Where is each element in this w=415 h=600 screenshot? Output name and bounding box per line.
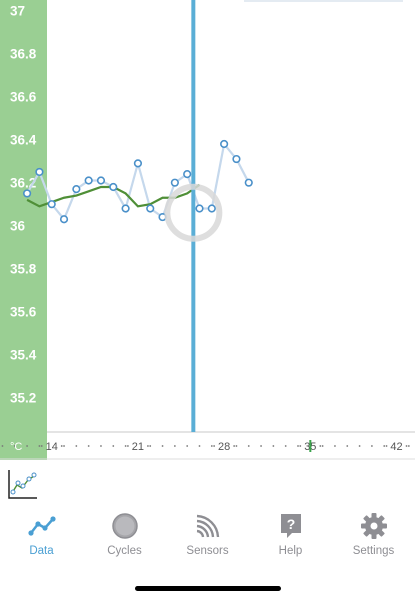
x-tick-dot <box>210 445 213 447</box>
tab-sensors-label: Sensors <box>186 545 229 557</box>
temperature-point <box>244 178 253 187</box>
x-tick-dot <box>186 445 189 447</box>
cycles-circle-icon <box>111 512 139 540</box>
temperature-point <box>35 167 44 177</box>
x-tick-dot <box>75 445 78 447</box>
x-tick-dot <box>358 445 361 447</box>
x-tick-dot <box>127 445 129 447</box>
tab-cycles[interactable]: Cycles <box>83 512 166 572</box>
data-line-icon <box>27 512 56 540</box>
y-tick-label: 36.4 <box>10 133 37 148</box>
y-tick-label: 37 <box>10 4 25 19</box>
help-question-icon: ? <box>277 512 305 540</box>
x-tick-dot <box>112 445 115 447</box>
x-tick-dot <box>149 445 152 447</box>
x-tick-dot <box>405 445 408 447</box>
x-tick-dot <box>235 445 238 447</box>
tab-cycles-label: Cycles <box>107 545 142 557</box>
temperature-point <box>133 159 143 168</box>
temperature-point <box>207 204 216 213</box>
x-tick-dot <box>40 445 43 447</box>
x-tick-dot <box>63 445 65 447</box>
tab-settings-label: Settings <box>352 545 395 557</box>
x-tick-dot <box>346 445 349 447</box>
x-tick-dot <box>299 445 302 447</box>
x-tick-dot <box>233 445 236 447</box>
temperature-point <box>195 204 204 213</box>
tab-bar: Data Cycles Sensors ? Help Settings <box>0 512 415 572</box>
x-tick-dot <box>38 445 41 447</box>
tab-help-label: Help <box>278 545 303 557</box>
sensors-signal-icon <box>194 512 222 540</box>
x-tick-dot <box>297 445 299 447</box>
x-tick-dot <box>198 445 201 447</box>
x-tick-dot <box>407 445 410 447</box>
x-tick-label: 14 <box>46 441 58 453</box>
temperature-point <box>232 154 241 164</box>
y-tick-label: 35.8 <box>10 262 37 277</box>
temperature-point <box>72 185 81 194</box>
y-tick-label: 35.4 <box>10 348 37 363</box>
x-tick-dot <box>319 445 322 447</box>
x-tick-dot <box>1 445 4 447</box>
temperature-point <box>170 178 179 187</box>
tab-sensors[interactable]: Sensors <box>166 512 249 572</box>
x-tick-dot <box>173 445 176 447</box>
x-tick-dot <box>383 445 386 447</box>
temperature-point <box>47 200 56 209</box>
x-tick-dot <box>385 445 388 447</box>
temperature-point <box>121 204 130 213</box>
x-tick-dot <box>260 445 262 447</box>
x-tick-dot <box>161 445 164 447</box>
x-tick-label: 42 <box>390 441 402 453</box>
tab-settings[interactable]: Settings <box>332 512 415 572</box>
y-tick-label: 36.6 <box>10 90 37 105</box>
x-tick-dot <box>124 445 127 447</box>
y-tick-label: 36.8 <box>10 47 37 62</box>
temperature-point <box>109 182 118 192</box>
temperature-point <box>183 169 192 179</box>
x-tick-dot <box>334 445 336 447</box>
settings-gear-icon <box>360 512 388 540</box>
x-tick-label: 21 <box>132 441 144 453</box>
tab-data[interactable]: Data <box>0 512 83 572</box>
temperature-point <box>146 204 155 213</box>
x-tick-dot <box>100 445 102 447</box>
y-tick-label: 35.2 <box>10 391 36 406</box>
temperature-point <box>220 139 229 149</box>
temperature-point <box>59 215 69 224</box>
temperature-point <box>22 189 32 198</box>
raw-temperature-line <box>26 141 238 222</box>
temperature-chart[interactable]: 3736.836.636.436.23635.835.635.435.2 14 2… <box>0 0 415 460</box>
chart-thumbnail-icon[interactable] <box>6 467 40 501</box>
x-tick-dot <box>247 445 250 447</box>
x-tick-dot <box>272 445 275 447</box>
tab-help[interactable]: ? Help <box>249 512 332 572</box>
svg-text:?: ? <box>286 516 295 532</box>
x-tick-dot <box>87 445 90 447</box>
x-tick-dot <box>284 445 287 447</box>
x-tick-dot <box>26 445 28 447</box>
x-tick-dot <box>370 445 373 447</box>
tab-data-label: Data <box>29 545 54 557</box>
y-tick-label: 36 <box>10 219 26 234</box>
x-tick-dot <box>213 445 216 447</box>
home-indicator <box>135 586 281 591</box>
y-unit-label: °C <box>10 441 22 453</box>
temperature-point <box>84 176 93 185</box>
temperature-point <box>96 176 106 185</box>
x-tick-dot <box>321 445 324 447</box>
x-tick-label: 28 <box>218 441 230 453</box>
x-tick-dot <box>60 445 63 447</box>
x-tick-dot <box>147 445 149 447</box>
y-tick-label: 35.6 <box>10 305 37 320</box>
